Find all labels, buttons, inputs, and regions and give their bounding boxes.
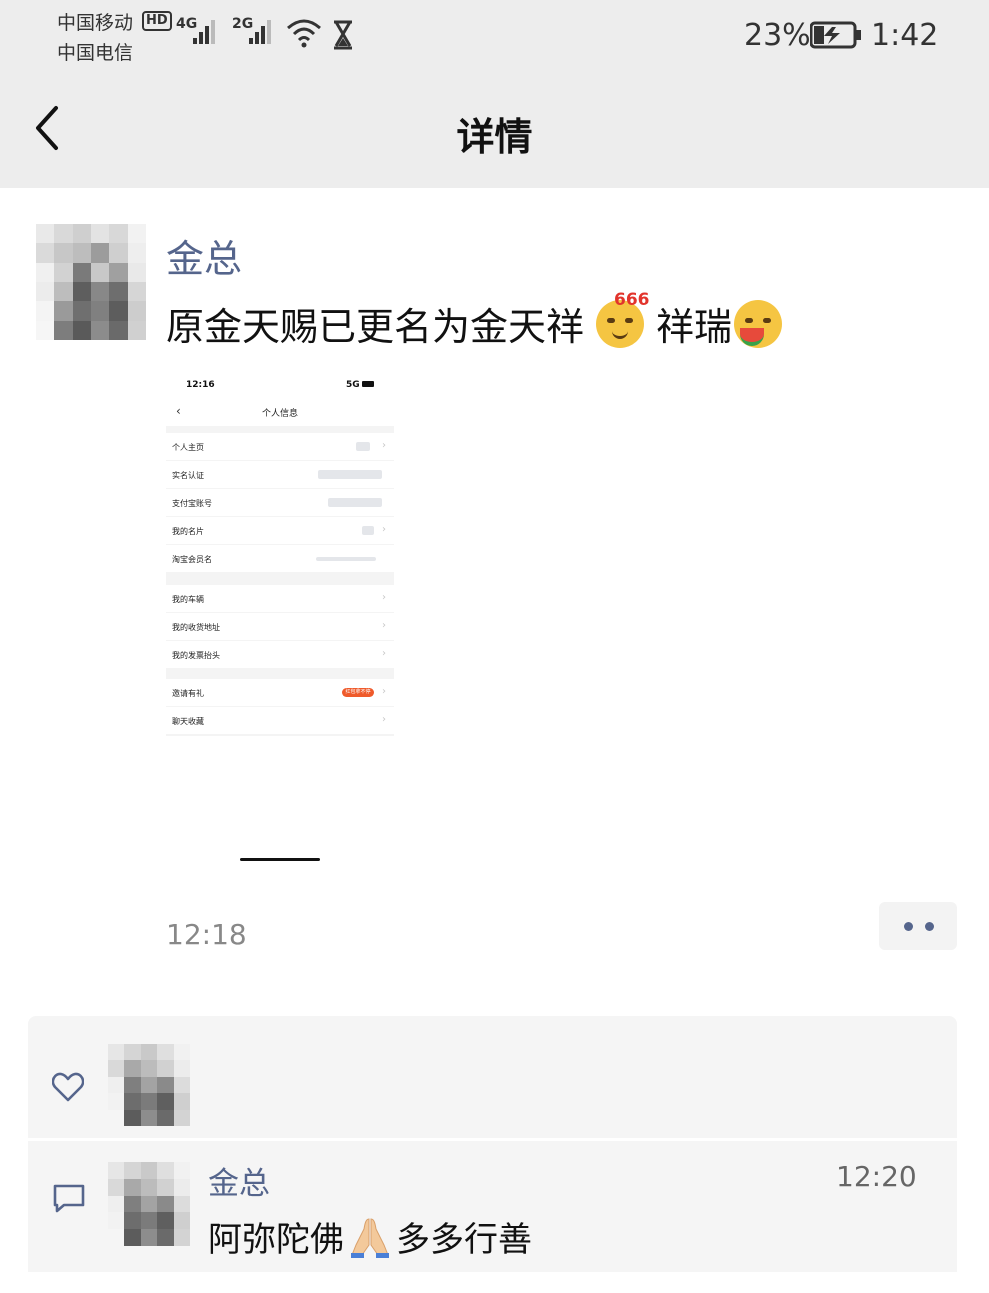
- battery-percent: 23%: [744, 18, 811, 53]
- comment-text-part2: 多多行善: [396, 1220, 532, 1260]
- post-text-part1: 原金天赐已更名为金天祥: [166, 305, 585, 349]
- home-indicator: [240, 858, 320, 861]
- image-nav-bar: ‹ 个人信息: [166, 400, 394, 426]
- hd-badge: HD: [142, 11, 172, 31]
- signal-strength-icon: [193, 20, 215, 44]
- image-row: 我的发票抬头 ›: [166, 641, 394, 668]
- comment-time: 12:20: [836, 1160, 917, 1193]
- hourglass-icon: [334, 20, 352, 50]
- image-row: 我的收货地址 ›: [166, 613, 394, 640]
- carrier-primary: 中国移动: [57, 12, 134, 34]
- comment-text[interactable]: 阿弥陀佛 多多行善: [208, 1212, 532, 1261]
- image-row: 我的名片 ›: [166, 517, 394, 544]
- comment-avatar[interactable]: [108, 1162, 190, 1246]
- image-row: 邀请有礼 红包拿不停 ›: [166, 679, 394, 706]
- comment-author[interactable]: 金总: [208, 1158, 270, 1203]
- image-invite-badge: 红包拿不停: [342, 688, 374, 697]
- post-image[interactable]: 12:16 5G ‹ 个人信息 个人主页 › 实名认证 支付宝账号 我的名片 › 淘…: [166, 370, 394, 864]
- battery-icon: [362, 381, 374, 387]
- folded-hands-emoji: [351, 1217, 389, 1258]
- image-row: 个人主页 ›: [166, 433, 394, 460]
- post-text-part2: 祥瑞: [656, 305, 733, 349]
- image-status-net: 5G: [346, 380, 360, 390]
- post-text: 原金天赐已更名为金天祥 666 祥瑞: [166, 290, 788, 351]
- image-row: 聊天收藏 ›: [166, 707, 394, 734]
- image-nav-title: 个人信息: [261, 409, 298, 419]
- comment-icon: [53, 1184, 85, 1213]
- 666-face-emoji: 666: [596, 290, 650, 348]
- wifi-icon: [287, 19, 321, 48]
- battery-charging-icon: [810, 21, 861, 49]
- image-row: 实名认证: [166, 461, 394, 488]
- signal-strength-icon: [249, 20, 271, 44]
- post-time: 12:18: [166, 918, 247, 951]
- image-status-time: 12:16: [186, 380, 215, 390]
- image-row: 淘宝会员名: [166, 545, 394, 572]
- post-author[interactable]: 金总: [166, 228, 242, 283]
- comment-text-part1: 阿弥陀佛: [208, 1220, 344, 1260]
- image-row: 我的车辆 ›: [166, 585, 394, 612]
- clock: 1:42: [871, 18, 939, 53]
- like-avatar[interactable]: [108, 1044, 190, 1126]
- image-row: 支付宝账号: [166, 489, 394, 516]
- watermelon-face-emoji: [734, 299, 783, 348]
- page-title: 详情: [456, 115, 533, 159]
- image-status-bar: 12:16 5G: [166, 370, 394, 400]
- carrier-secondary: 中国电信: [57, 42, 134, 64]
- avatar[interactable]: [36, 224, 146, 340]
- heart-icon: [52, 1072, 84, 1102]
- more-dots-icon[interactable]: [879, 902, 957, 950]
